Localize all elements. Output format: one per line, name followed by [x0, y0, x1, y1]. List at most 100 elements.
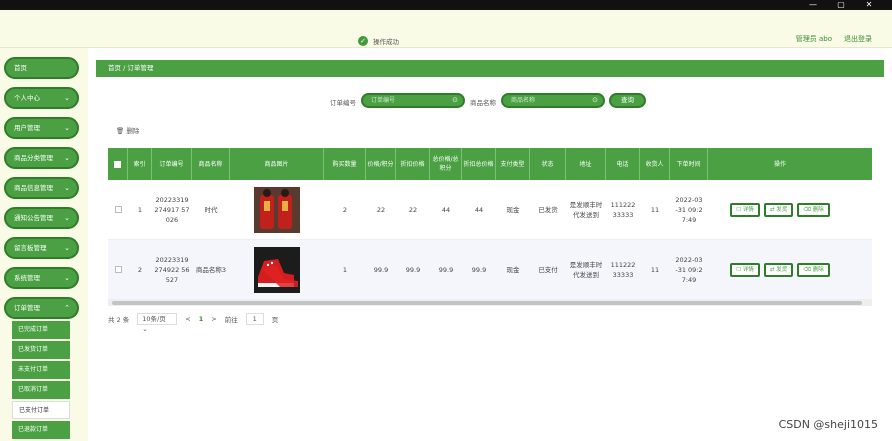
sidebar-item-category[interactable]: 商品分类管理 ⌄ — [4, 147, 79, 169]
col-receiver: 收货人 — [640, 148, 670, 180]
maximize-icon[interactable]: ▢ — [828, 0, 854, 10]
row-price: 22 — [376, 205, 386, 214]
ship-icon: ⇄ — [769, 206, 775, 213]
col-actions: 操作 — [773, 160, 786, 168]
breadcrumb: 首页 / 订单管理 — [96, 60, 884, 77]
row-checkbox[interactable] — [108, 180, 128, 239]
row-status: 已支付 — [538, 265, 558, 274]
col-qty: 购买数量 — [324, 148, 366, 180]
detail-button-label: 详情 — [742, 206, 754, 213]
delete-button[interactable]: ⌫ 删除 — [797, 202, 830, 217]
toast-text: 操作成功 — [373, 38, 399, 46]
query-button[interactable]: 查询 — [609, 93, 646, 108]
bulk-delete-label: 删除 — [126, 127, 140, 135]
sidebar-item-messages[interactable]: 留言板管理 ⌄ — [4, 237, 79, 259]
submenu-completed-orders[interactable]: 已完成订单 — [12, 321, 70, 339]
current-page[interactable]: 1 — [199, 315, 204, 323]
row-order-no: 20223319274922 56527 — [154, 255, 190, 284]
window-titlebar: — ▢ ✕ — [0, 0, 892, 10]
table-row: 1 20223319274917 57026 时代 2 22 22 44 44 … — [108, 180, 872, 240]
page-unit: 页 — [271, 316, 279, 324]
trash-icon: 🗑 — [116, 127, 125, 135]
goto-page-input[interactable]: 1 — [245, 313, 264, 325]
submenu-unpaid-orders[interactable]: 未支付订单 — [12, 361, 70, 379]
order-no-label: 订单编号 — [330, 99, 356, 107]
detail-button[interactable]: ☐ 详情 — [730, 202, 760, 217]
row-total: 44 — [441, 205, 451, 214]
col-time: 下单时间 — [670, 148, 708, 180]
row-receiver: 11 — [650, 205, 660, 214]
sidebar-item-notices[interactable]: 通知公告管理 ⌄ — [4, 207, 79, 229]
chevron-down-icon: ⌄ — [64, 274, 70, 282]
detail-icon: ☐ — [736, 266, 742, 273]
close-icon[interactable]: ✕ — [856, 0, 882, 10]
delete-button-label: 删除 — [812, 266, 824, 273]
goto-label: 前往 — [224, 316, 238, 324]
submenu-paid-orders[interactable]: 已支付订单 — [12, 401, 70, 419]
watermark: CSDN @sheji1015 — [778, 418, 878, 431]
sidebar-item-users[interactable]: 用户管理 ⌄ — [4, 117, 79, 139]
chevron-down-icon: ⌄ — [142, 325, 148, 333]
order-no-input[interactable]: 订单编号 ⊙ — [361, 93, 465, 108]
ship-button[interactable]: ⇄ 发货 — [763, 202, 794, 217]
pagination: 共 2 条 10条/页 ⌄ < 1 > 前往 1 页 — [108, 313, 279, 333]
admin-label: 管理员 abo — [795, 35, 832, 43]
submenu-cancelled-orders[interactable]: 已取消订单 — [12, 381, 70, 399]
table-row: 2 20223319274922 56527 商品名称3 1 99.9 99.9… — [108, 240, 872, 300]
row-phone: 11122233333 — [610, 200, 636, 219]
bulk-delete-button[interactable]: 🗑 删除 — [116, 125, 139, 135]
sidebar-item-system[interactable]: 系统管理 ⌄ — [4, 267, 79, 289]
sidebar-item-label: 商品信息管理 — [14, 184, 53, 192]
sidebar-item-orders[interactable]: 订单管理 ⌃ — [4, 297, 79, 319]
detail-button[interactable]: ☐ 详情 — [730, 262, 760, 277]
breadcrumb-home[interactable]: 首页 — [108, 64, 121, 72]
detail-button-label: 详情 — [742, 266, 754, 273]
minimize-icon[interactable]: — — [800, 0, 826, 10]
row-image-cell — [230, 180, 324, 239]
row-time: 2022-03 -31 09:2 7:49 — [675, 255, 703, 284]
sidebar: 首页 个人中心 ⌄ 用户管理 ⌄ 商品分类管理 ⌄ 商品信息管理 ⌄ 通知公告管理 ⌄ 留… — [0, 48, 88, 441]
col-discount: 折扣价格 — [396, 148, 430, 180]
col-price: 价格/积分 — [366, 148, 396, 180]
table-header: 索引 订单编号 商品名称 商品图片 购买数量 价格/积分 折扣价格 总价格/总积… — [108, 148, 872, 180]
row-qty: 1 — [342, 265, 348, 274]
next-page-button[interactable]: > — [211, 315, 216, 323]
col-product: 商品名称 — [192, 148, 230, 180]
row-total: 99.9 — [438, 265, 454, 274]
chevron-down-icon: ⌄ — [64, 184, 70, 192]
submenu-shipped-orders[interactable]: 已发货订单 — [12, 341, 70, 359]
scrollbar-thumb[interactable] — [112, 301, 862, 305]
page-size-select[interactable]: 10条/页 ⌄ — [137, 313, 178, 333]
row-address: 是发顺丰时代发送到 — [569, 200, 603, 219]
submenu-refunded-orders[interactable]: 已退款订单 — [12, 421, 70, 439]
total-count: 共 2 条 — [108, 316, 130, 324]
success-toast: ✓ 操作成功 — [358, 32, 420, 50]
detail-icon: ☐ — [736, 206, 742, 213]
select-all-checkbox[interactable] — [108, 148, 128, 180]
row-pay-type: 现金 — [506, 205, 520, 214]
chevron-down-icon: ⌄ — [64, 214, 70, 222]
row-checkbox[interactable] — [108, 240, 128, 299]
order-no-placeholder: 订单编号 — [371, 97, 396, 104]
sidebar-item-products[interactable]: 商品信息管理 ⌄ — [4, 177, 79, 199]
trash-icon: ⌫ — [803, 206, 812, 213]
row-pay-type: 现金 — [506, 265, 520, 274]
prev-page-button[interactable]: < — [185, 315, 190, 323]
sidebar-item-label: 首页 — [14, 64, 27, 72]
product-name-input[interactable]: 商品名称 ⊙ — [501, 93, 605, 108]
ship-button[interactable]: ⇄ 发货 — [763, 262, 794, 277]
product-name-placeholder: 商品名称 — [511, 97, 536, 104]
row-status: 已发货 — [538, 205, 558, 214]
chevron-down-icon: ⌄ — [64, 94, 70, 102]
top-header: ✓ 操作成功 管理员 abo 退出登录 — [0, 10, 892, 48]
row-product: 时代 — [204, 205, 218, 214]
horizontal-scrollbar[interactable] — [108, 300, 872, 306]
logout-link[interactable]: 退出登录 — [844, 34, 872, 44]
sidebar-item-profile[interactable]: 个人中心 ⌄ — [4, 87, 79, 109]
row-index: 1 — [137, 205, 143, 214]
sidebar-item-home[interactable]: 首页 — [4, 57, 79, 79]
row-qty: 2 — [342, 205, 348, 214]
sidebar-item-label: 留言板管理 — [14, 244, 47, 252]
sidebar-item-label: 个人中心 — [14, 94, 40, 102]
delete-button[interactable]: ⌫ 删除 — [797, 262, 830, 277]
